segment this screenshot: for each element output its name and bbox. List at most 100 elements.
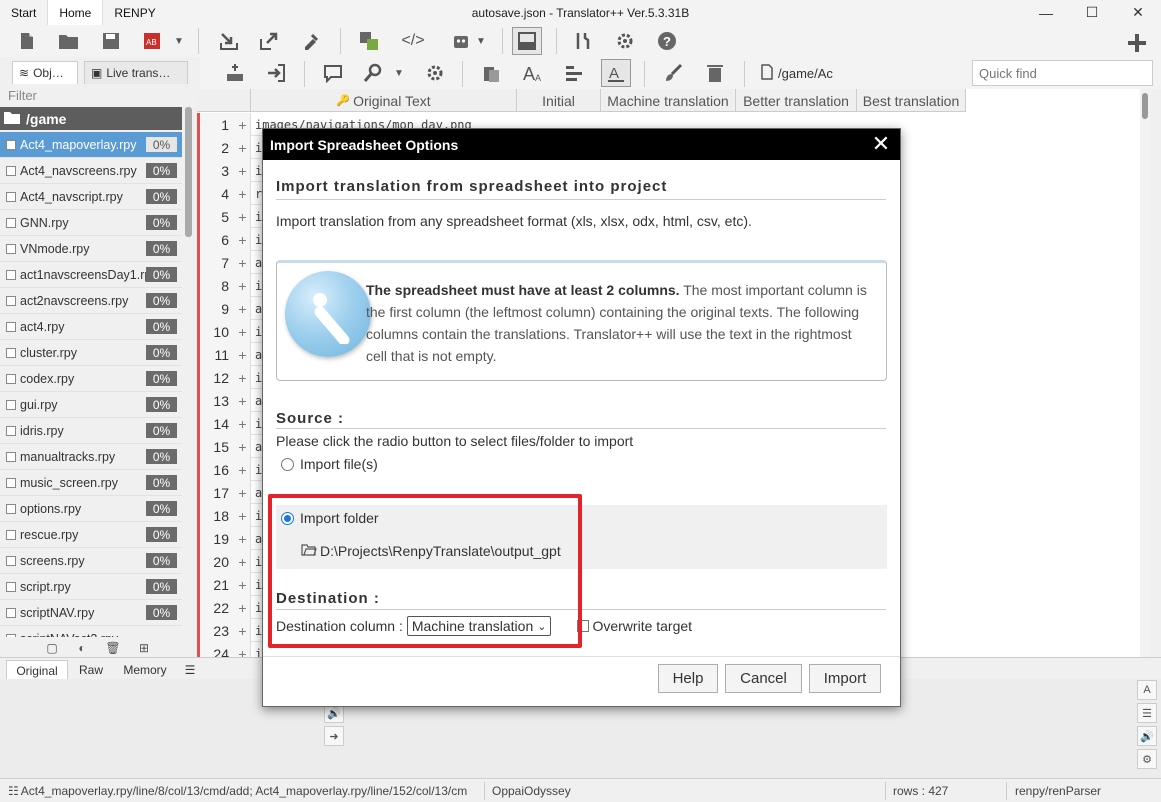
tab-live-translation[interactable]: ▣ Live trans… — [84, 61, 188, 84]
minimize-button[interactable]: — — [1023, 0, 1069, 25]
file-list-item[interactable]: script.rpy 0% — [0, 574, 182, 600]
file-list-item[interactable]: rescue.rpy 0% — [0, 522, 182, 548]
file-list-item[interactable]: Act4_mapoverlay.rpy 0% — [0, 132, 182, 158]
expand-row-icon[interactable]: + — [235, 343, 251, 366]
menu-tab-renpy[interactable]: RENPY — [103, 0, 166, 25]
file-checkbox[interactable] — [6, 399, 16, 410]
file-list-item[interactable]: cluster.rpy 0% — [0, 340, 182, 366]
file-checkbox[interactable] — [6, 425, 16, 436]
file-checkbox[interactable] — [6, 503, 16, 514]
align-icon[interactable] — [561, 60, 587, 86]
settings-gear-icon[interactable] — [422, 60, 448, 86]
font-size-icon[interactable]: AA — [520, 60, 546, 86]
grid-scrollbar[interactable] — [1140, 89, 1150, 657]
menu-tab-start[interactable]: Start — [0, 0, 47, 25]
trash-icon[interactable] — [702, 60, 728, 86]
file-checkbox[interactable] — [6, 451, 16, 462]
file-checkbox[interactable] — [6, 295, 16, 306]
expand-row-icon[interactable]: + — [235, 228, 251, 251]
expand-row-icon[interactable]: + — [235, 550, 251, 573]
expand-row-icon[interactable]: + — [235, 573, 251, 596]
file-list-item[interactable]: options.rpy 0% — [0, 496, 182, 522]
expand-row-icon[interactable]: + — [235, 297, 251, 320]
column-best-translation[interactable]: Best translation — [857, 89, 966, 112]
file-checkbox[interactable] — [6, 217, 16, 228]
format-icon[interactable]: ☰ — [1137, 703, 1157, 723]
column-machine-translation[interactable]: Machine translation — [601, 89, 736, 112]
help-icon[interactable]: ? — [654, 28, 680, 54]
expand-row-icon[interactable]: + — [235, 251, 251, 274]
file-list-item[interactable]: scriptNAVact2.rpy — [0, 626, 182, 637]
cancel-button[interactable]: Cancel — [725, 664, 802, 693]
save-as-icon[interactable]: AB — [140, 28, 166, 54]
overwrite-target-checkbox[interactable] — [577, 620, 590, 632]
font-size-icon[interactable]: A — [1137, 680, 1157, 700]
file-list-item[interactable]: gui.rpy 0% — [0, 392, 182, 418]
expand-row-icon[interactable]: + — [235, 113, 251, 136]
save-icon[interactable] — [98, 28, 124, 54]
tab-objects[interactable]: ≋ Obj… — [12, 61, 78, 84]
delete-icon[interactable]: 🗑 — [105, 640, 121, 656]
expand-row-icon[interactable]: + — [235, 504, 251, 527]
dialog-close-icon[interactable]: ✕ — [870, 133, 892, 155]
text-format-icon[interactable]: A — [601, 59, 631, 87]
translate-icon[interactable] — [356, 28, 382, 54]
file-checkbox[interactable] — [6, 607, 16, 618]
file-checkbox[interactable] — [6, 165, 16, 176]
tab-raw[interactable]: Raw — [72, 660, 110, 680]
folder-path[interactable]: D:\Projects\RenpyTranslate\output_gpt — [301, 542, 561, 559]
tab-memory[interactable]: Memory — [116, 660, 174, 680]
file-list-item[interactable]: act2navscreens.rpy 0% — [0, 288, 182, 314]
column-original-text[interactable]: 🔑 Original Text — [251, 89, 517, 112]
chevron-down-icon[interactable]: ▼ — [468, 28, 494, 54]
filter-input[interactable]: Filter — [0, 84, 192, 106]
file-list-item[interactable]: act1navscreensDay1.rpy 0% — [0, 262, 182, 288]
expand-row-icon[interactable]: + — [235, 274, 251, 297]
expand-row-icon[interactable]: + — [235, 136, 251, 159]
arrow-right-icon[interactable]: ➜ — [324, 726, 344, 746]
export-icon[interactable] — [256, 28, 282, 54]
file-list-item[interactable]: GNN.rpy 0% — [0, 210, 182, 236]
expand-row-icon[interactable]: + — [235, 527, 251, 550]
file-checkbox[interactable] — [6, 139, 16, 150]
new-project-icon[interactable] — [14, 28, 40, 54]
search-icon[interactable] — [360, 60, 386, 86]
layout-toggle-icon[interactable] — [512, 27, 542, 55]
file-checkbox[interactable] — [6, 373, 16, 384]
expand-row-icon[interactable]: + — [235, 366, 251, 389]
speaker-icon[interactable]: 🔊 — [1137, 726, 1157, 746]
file-list-item[interactable]: Act4_navscreens.rpy 0% — [0, 158, 182, 184]
window-close-button[interactable]: ✕ — [1115, 0, 1161, 25]
import-button[interactable]: Import — [809, 664, 881, 693]
folder-header[interactable]: /game — [0, 107, 182, 130]
tools-icon[interactable] — [570, 28, 596, 54]
expand-row-icon[interactable]: + — [235, 619, 251, 642]
file-checkbox[interactable] — [6, 243, 16, 254]
file-list-scrollbar[interactable] — [185, 107, 192, 237]
column-better-translation[interactable]: Better translation — [736, 89, 857, 112]
import-folder-option[interactable]: Import folder — [281, 510, 379, 526]
quick-find-input[interactable] — [972, 60, 1153, 86]
add-icon[interactable]: ⊞ — [136, 640, 152, 656]
expand-row-icon[interactable]: + — [235, 320, 251, 343]
file-list-item[interactable]: VNmode.rpy 0% — [0, 236, 182, 262]
expand-row-icon[interactable]: + — [235, 458, 251, 481]
import-folder-radio[interactable] — [281, 511, 294, 525]
expand-row-icon[interactable]: + — [235, 481, 251, 504]
comment-icon[interactable] — [320, 60, 346, 86]
maximize-button[interactable]: ☐ — [1069, 0, 1115, 25]
file-list-item[interactable]: music_screen.rpy 0% — [0, 470, 182, 496]
file-checkbox[interactable] — [6, 321, 16, 332]
open-folder-icon[interactable] — [56, 28, 82, 54]
login-icon[interactable] — [263, 60, 289, 86]
column-initial[interactable]: Initial — [517, 89, 601, 112]
expand-row-icon[interactable]: + — [235, 412, 251, 435]
brush-icon[interactable] — [660, 60, 686, 86]
file-checkbox[interactable] — [6, 529, 16, 540]
import-files-radio[interactable] — [281, 457, 294, 471]
expand-row-icon[interactable]: + — [235, 596, 251, 619]
menu-tab-home[interactable]: Home — [47, 0, 104, 25]
file-checkbox[interactable] — [6, 477, 16, 488]
current-path[interactable]: /game/Ac — [760, 61, 833, 85]
list-icon[interactable]: ☰ — [180, 660, 200, 680]
